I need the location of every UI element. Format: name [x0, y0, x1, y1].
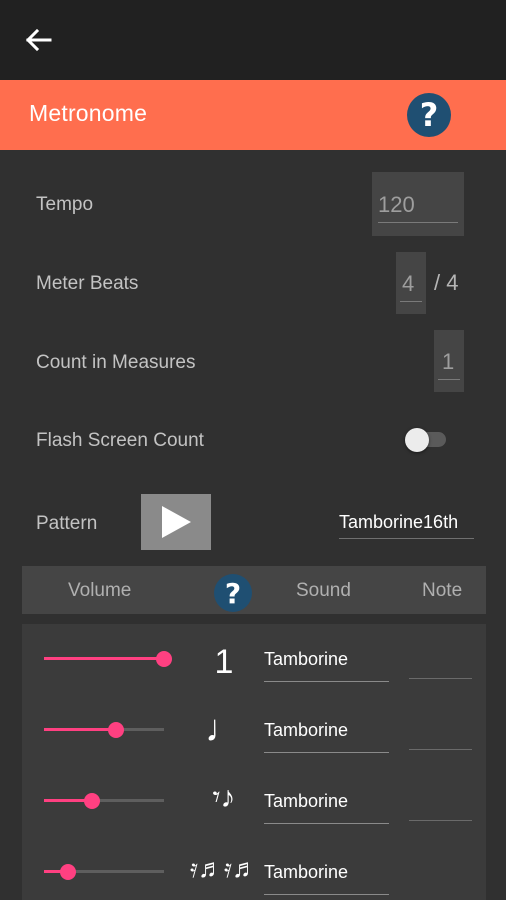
flash-screen-label: Flash Screen Count [36, 430, 204, 451]
sound-select[interactable]: Tamborine [264, 649, 348, 670]
flash-screen-toggle-thumb[interactable] [405, 428, 429, 452]
sound-select[interactable]: Tamborine [264, 720, 348, 741]
help-icon[interactable]: ? [406, 92, 452, 138]
page-title: Metronome [29, 100, 148, 126]
sound-select[interactable]: Tamborine [264, 791, 348, 812]
volume-slider-thumb[interactable] [60, 864, 76, 880]
play-icon [162, 506, 191, 538]
volume-slider-thumb[interactable] [156, 651, 172, 667]
note-column-label: Note [422, 580, 463, 601]
volume-column-label: Volume [68, 580, 132, 601]
sound-select[interactable]: Tamborine [264, 862, 348, 883]
pattern-label: Pattern [36, 513, 98, 534]
note-select[interactable] [409, 749, 472, 750]
back-arrow-icon[interactable] [22, 24, 54, 56]
pattern-select[interactable]: Tamborine16th [339, 512, 458, 533]
tempo-value: 120 [378, 192, 415, 217]
meter-beats-value: 4 [402, 271, 415, 296]
count-in-value: 1 [442, 349, 455, 374]
svg-text:?: ? [420, 96, 439, 134]
tempo-label: Tempo [36, 194, 94, 215]
note-select[interactable] [409, 678, 472, 679]
meter-beats-label: Meter Beats [36, 273, 139, 294]
play-button[interactable] [141, 494, 211, 550]
svg-text:?: ? [225, 577, 241, 610]
app-bar [0, 0, 506, 80]
sound-column-label: Sound [296, 580, 351, 601]
volume-slider-thumb[interactable] [84, 793, 100, 809]
volume-slider-thumb[interactable] [108, 722, 124, 738]
meter-denominator: / 4 [434, 270, 459, 295]
eighth-note-rest-icon[interactable]: 𝄾♪ [192, 781, 256, 815]
note-select[interactable] [409, 820, 472, 821]
note-value-icon[interactable]: 1 [200, 643, 248, 682]
count-in-label: Count in Measures [36, 352, 196, 373]
sixteenth-note-pattern-icon[interactable]: 𝄿♬𝄿♬ [186, 853, 262, 885]
quarter-note-icon[interactable]: ♩ [200, 708, 248, 751]
columns-help-icon[interactable]: ? [212, 572, 254, 614]
